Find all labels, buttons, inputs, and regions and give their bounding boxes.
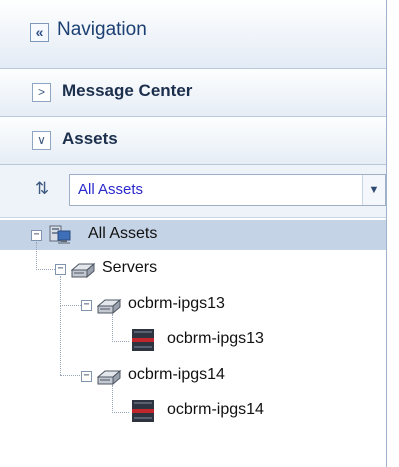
collapse-toggle-icon[interactable]: −	[31, 230, 42, 241]
database-instance-icon	[132, 400, 154, 422]
collapse-toggle-icon[interactable]: −	[81, 300, 92, 311]
tree-node-instance-ocbrm-ipgs14[interactable]: ocbrm-ipgs14	[0, 396, 386, 426]
navigation-title: Navigation	[57, 19, 147, 40]
tree-node-host-ocbrm-ipgs13[interactable]: − ocbrm-ipgs13	[0, 290, 386, 320]
double-chevron-left-icon[interactable]: «	[30, 23, 49, 42]
collapse-toggle-icon[interactable]: −	[55, 264, 66, 275]
tree-node-servers[interactable]: − Servers	[0, 254, 386, 284]
tree-node-all-assets[interactable]: − All Assets	[0, 220, 386, 250]
chevron-down-icon[interactable]: ▼	[362, 175, 385, 205]
chevron-right-icon[interactable]: >	[32, 83, 51, 102]
collapse-toggle-icon[interactable]: −	[81, 371, 92, 382]
tree-node-label: ocbrm-ipgs13	[128, 295, 225, 312]
database-instance-icon	[132, 329, 154, 351]
section-message-center[interactable]: > Message Center	[0, 69, 386, 117]
section-assets[interactable]: ∨ Assets	[0, 117, 386, 165]
server-icon	[97, 369, 121, 385]
tree-node-label: ocbrm-ipgs14	[128, 366, 225, 383]
assets-filter-value: All Assets	[78, 181, 144, 198]
section-label-assets: Assets	[62, 129, 118, 148]
chevron-down-icon[interactable]: ∨	[32, 131, 51, 150]
tree-node-host-ocbrm-ipgs14[interactable]: − ocbrm-ipgs14	[0, 361, 386, 391]
tree-node-label: ocbrm-ipgs13	[167, 330, 264, 347]
tree-node-instance-ocbrm-ipgs13[interactable]: ocbrm-ipgs13	[0, 325, 386, 355]
assets-tree: − All Assets − Servers − ocbrm-ipgs13 oc…	[0, 218, 386, 467]
navigation-panel: « Navigation > Message Center ∨ Assets ⇅…	[0, 0, 387, 467]
section-label-message-center: Message Center	[62, 81, 193, 100]
server-icon	[97, 298, 121, 314]
tree-node-label: All Assets	[88, 225, 158, 242]
assets-filter-select[interactable]: All Assets ▼	[69, 174, 386, 206]
refresh-icon[interactable]: ⇅	[32, 176, 52, 202]
tree-node-label: Servers	[102, 259, 158, 276]
tree-node-label: ocbrm-ipgs14	[167, 401, 264, 418]
navigation-header: « Navigation	[0, 0, 386, 69]
assets-filter-row: ⇅ All Assets ▼	[0, 165, 386, 218]
